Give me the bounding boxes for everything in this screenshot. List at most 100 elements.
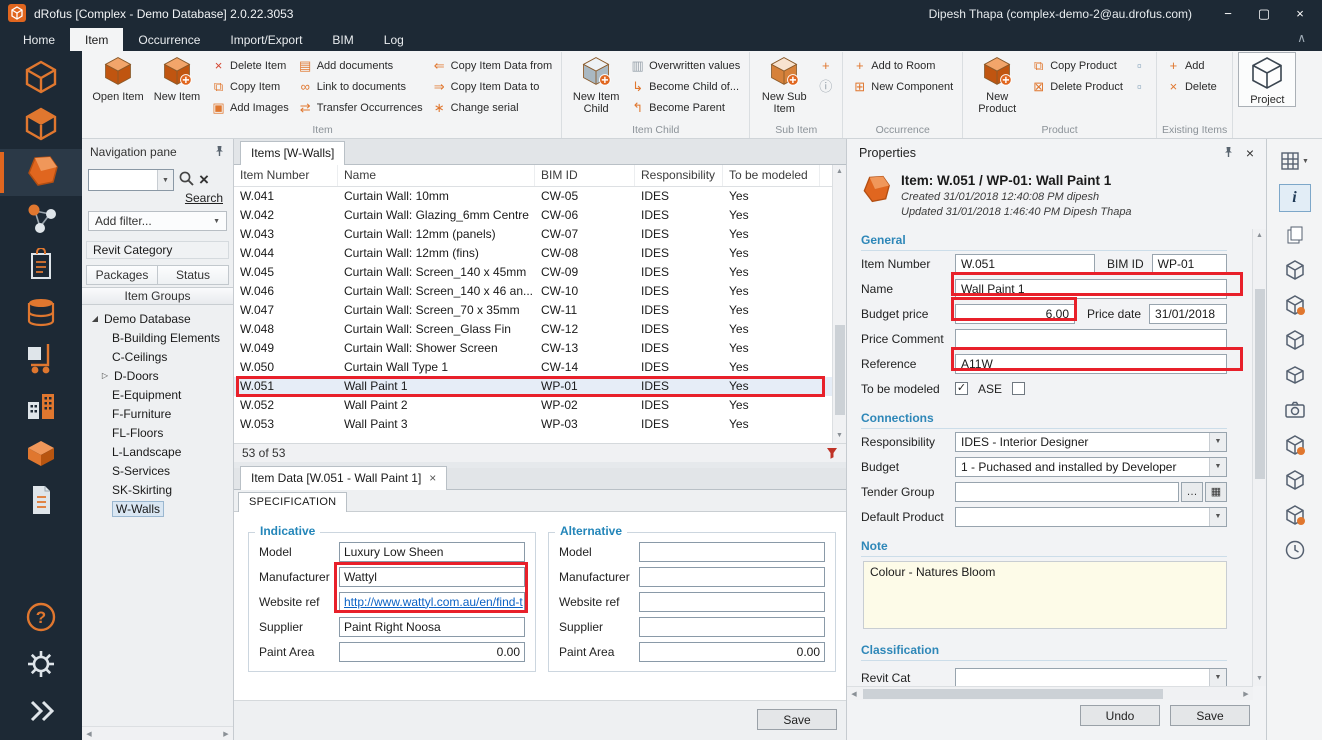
budget-select[interactable]: 1 - Puchased and installed by Developer▼ [955, 457, 1227, 477]
menu-tab-bim[interactable]: BIM [317, 28, 368, 51]
column-header-name[interactable]: Name [338, 165, 535, 186]
table-row-W.049[interactable]: W.049Curtain Wall: Shower ScreenCW-13IDE… [234, 339, 834, 358]
close-panel-icon[interactable]: × [1246, 145, 1254, 161]
chevron-down-icon[interactable]: ▼ [157, 170, 173, 190]
add-images-button[interactable]: ▣Add Images [207, 97, 293, 118]
reference-input[interactable]: A11W [955, 354, 1227, 374]
name-input[interactable]: Wall Paint 1 [955, 279, 1227, 299]
tree-item-w-walls[interactable]: W-Walls [82, 499, 233, 518]
sidebar-item-expand[interactable] [0, 689, 82, 736]
link-to-documents-button[interactable]: ∞Link to documents [294, 76, 427, 97]
new-product-button[interactable]: New Product [968, 52, 1026, 115]
indicative-paint-area-input[interactable]: 0.00 [339, 642, 525, 662]
delete-item-button[interactable]: ×Delete Item [207, 55, 293, 76]
note-textarea[interactable]: Colour - Natures Bloom [863, 561, 1227, 629]
tender-group-lookup-button[interactable]: ▦ [1205, 482, 1227, 502]
alternative-manufacturer-input[interactable] [639, 567, 825, 587]
search-input[interactable]: ▼ [88, 169, 174, 191]
tree-item-e-equipment[interactable]: E-Equipment [82, 385, 233, 404]
filter-icon[interactable] [826, 447, 838, 459]
scroll-down-icon[interactable]: ▼ [833, 429, 846, 443]
sidebar-item-room-data[interactable] [0, 102, 82, 149]
column-header-to-be-modeled[interactable]: To be modeled [723, 165, 820, 186]
scrollbar-thumb[interactable] [1255, 289, 1265, 479]
properties-scrollbar[interactable]: ▲ ▼ [1252, 229, 1266, 686]
model-cube-5-icon[interactable] [1280, 503, 1310, 527]
become-parent-button[interactable]: ↰Become Parent [626, 97, 744, 118]
alternative-website-ref-input[interactable] [639, 592, 825, 612]
paste-product-sheet-button[interactable]: ▫ [1128, 76, 1151, 97]
add-existing-item-button[interactable]: +Add [1162, 55, 1221, 76]
table-row-W.041[interactable]: W.041Curtain Wall: 10mmCW-05IDESYes [234, 187, 834, 206]
model-cube-2-icon[interactable] [1280, 293, 1310, 317]
search-icon[interactable] [178, 170, 195, 190]
indicative-website-ref-input[interactable]: http://www.wattyl.com.au/en/find-t [339, 592, 525, 612]
tree-root[interactable]: ◢Demo Database [82, 309, 233, 328]
tree-item-c-ceilings[interactable]: C-Ceilings [82, 347, 233, 366]
sidebar-item-database[interactable] [0, 290, 82, 337]
chevron-down-icon[interactable]: ▼ [1209, 458, 1226, 476]
table-row-W.047[interactable]: W.047Curtain Wall: Screen_70 x 35mmCW-11… [234, 301, 834, 320]
tree-item-l-landscape[interactable]: L-Landscape [82, 442, 233, 461]
sidebar-item-settings[interactable] [0, 642, 82, 689]
model-grid-icon[interactable] [1280, 328, 1310, 352]
tender-group-input[interactable] [955, 482, 1179, 502]
model-cube-4-icon[interactable] [1280, 468, 1310, 492]
delete-product-button[interactable]: ⊠Delete Product [1027, 76, 1127, 97]
column-header-bim-id[interactable]: BIM ID [535, 165, 635, 186]
scroll-left-icon[interactable]: ◀ [82, 730, 96, 738]
nav-horizontal-scrollbar[interactable]: ◀ ▶ [82, 726, 233, 740]
scrollbar-thumb[interactable] [863, 689, 1163, 699]
item-data-save-button[interactable]: Save [757, 709, 837, 730]
model-cube-1-icon[interactable] [1280, 258, 1310, 282]
camera-icon[interactable] [1280, 398, 1310, 422]
sidebar-item-reports[interactable] [0, 478, 82, 525]
change-serial-button[interactable]: ∗Change serial [428, 97, 556, 118]
table-row-W.048[interactable]: W.048Curtain Wall: Screen_Glass FinCW-12… [234, 320, 834, 339]
maximize-button[interactable]: ▢ [1250, 0, 1278, 28]
new-item-button[interactable]: New Item [148, 52, 206, 103]
bim-id-input[interactable]: WP-01 [1152, 254, 1227, 274]
column-header-item-number[interactable]: Item Number [234, 165, 338, 186]
collapse-ribbon-icon[interactable]: ∧ [1297, 31, 1306, 45]
project-button[interactable]: Project [1238, 52, 1296, 107]
table-row-W.044[interactable]: W.044Curtain Wall: 12mm (fins)CW-08IDESY… [234, 244, 834, 263]
open-item-button[interactable]: Open Item [89, 52, 147, 103]
scroll-right-icon[interactable]: ▶ [1239, 690, 1253, 698]
scroll-right-icon[interactable]: ▶ [219, 730, 233, 738]
classification-select[interactable]: ▼ [955, 668, 1227, 687]
sidebar-item-help[interactable]: ? [0, 595, 82, 642]
info-icon[interactable]: i [1279, 184, 1311, 212]
table-row-W.052[interactable]: W.052Wall Paint 2WP-02IDESYes [234, 396, 834, 415]
indicative-supplier-input[interactable]: Paint Right Noosa [339, 617, 525, 637]
table-row-W.042[interactable]: W.042Curtain Wall: Glazing_6mm CentreCW-… [234, 206, 834, 225]
scrollbar-thumb[interactable] [835, 325, 845, 415]
delete-existing-item-button[interactable]: ×Delete [1162, 76, 1221, 97]
copy-product-button[interactable]: ⧉Copy Product [1027, 55, 1127, 76]
sub-item-info-button[interactable]: ⓘ [814, 76, 837, 97]
new-component-button[interactable]: ⊞New Component [848, 76, 957, 97]
model-cube-3-icon[interactable] [1280, 433, 1310, 457]
copy-item-button[interactable]: ⧉Copy Item [207, 76, 293, 97]
item-number-input[interactable]: W.051 [955, 254, 1095, 274]
new-sub-item-button[interactable]: New Sub Item [755, 52, 813, 115]
menu-tab-item[interactable]: Item [70, 28, 123, 51]
table-row-W.051[interactable]: W.051Wall Paint 1WP-01IDESYes [234, 377, 834, 396]
view-layout-icon[interactable]: ▼ [1280, 149, 1310, 173]
sidebar-item-packages[interactable] [0, 431, 82, 478]
tree-item-f-furniture[interactable]: F-Furniture [82, 404, 233, 423]
revit-category-item[interactable]: Revit Category [86, 241, 229, 259]
sidebar-item-products[interactable] [0, 196, 82, 243]
copy-item-data-from-button[interactable]: ⇐Copy Item Data from [428, 55, 556, 76]
tab-status[interactable]: Status [158, 265, 229, 285]
overwritten-values-button[interactable]: ▥Overwritten values [626, 55, 744, 76]
properties-horizontal-scrollbar[interactable]: ◀ ▶ [847, 686, 1253, 700]
close-button[interactable]: × [1286, 0, 1314, 28]
chevron-down-icon[interactable]: ▼ [1209, 433, 1226, 451]
add-to-room-button[interactable]: +Add to Room [848, 55, 957, 76]
scroll-down-icon[interactable]: ▼ [1253, 672, 1266, 686]
sidebar-item-rooms[interactable] [0, 55, 82, 102]
responsibility-select[interactable]: IDES - Interior Designer▼ [955, 432, 1227, 452]
search-link[interactable]: Search [82, 191, 233, 207]
default-product-select[interactable]: ▼ [955, 507, 1227, 527]
